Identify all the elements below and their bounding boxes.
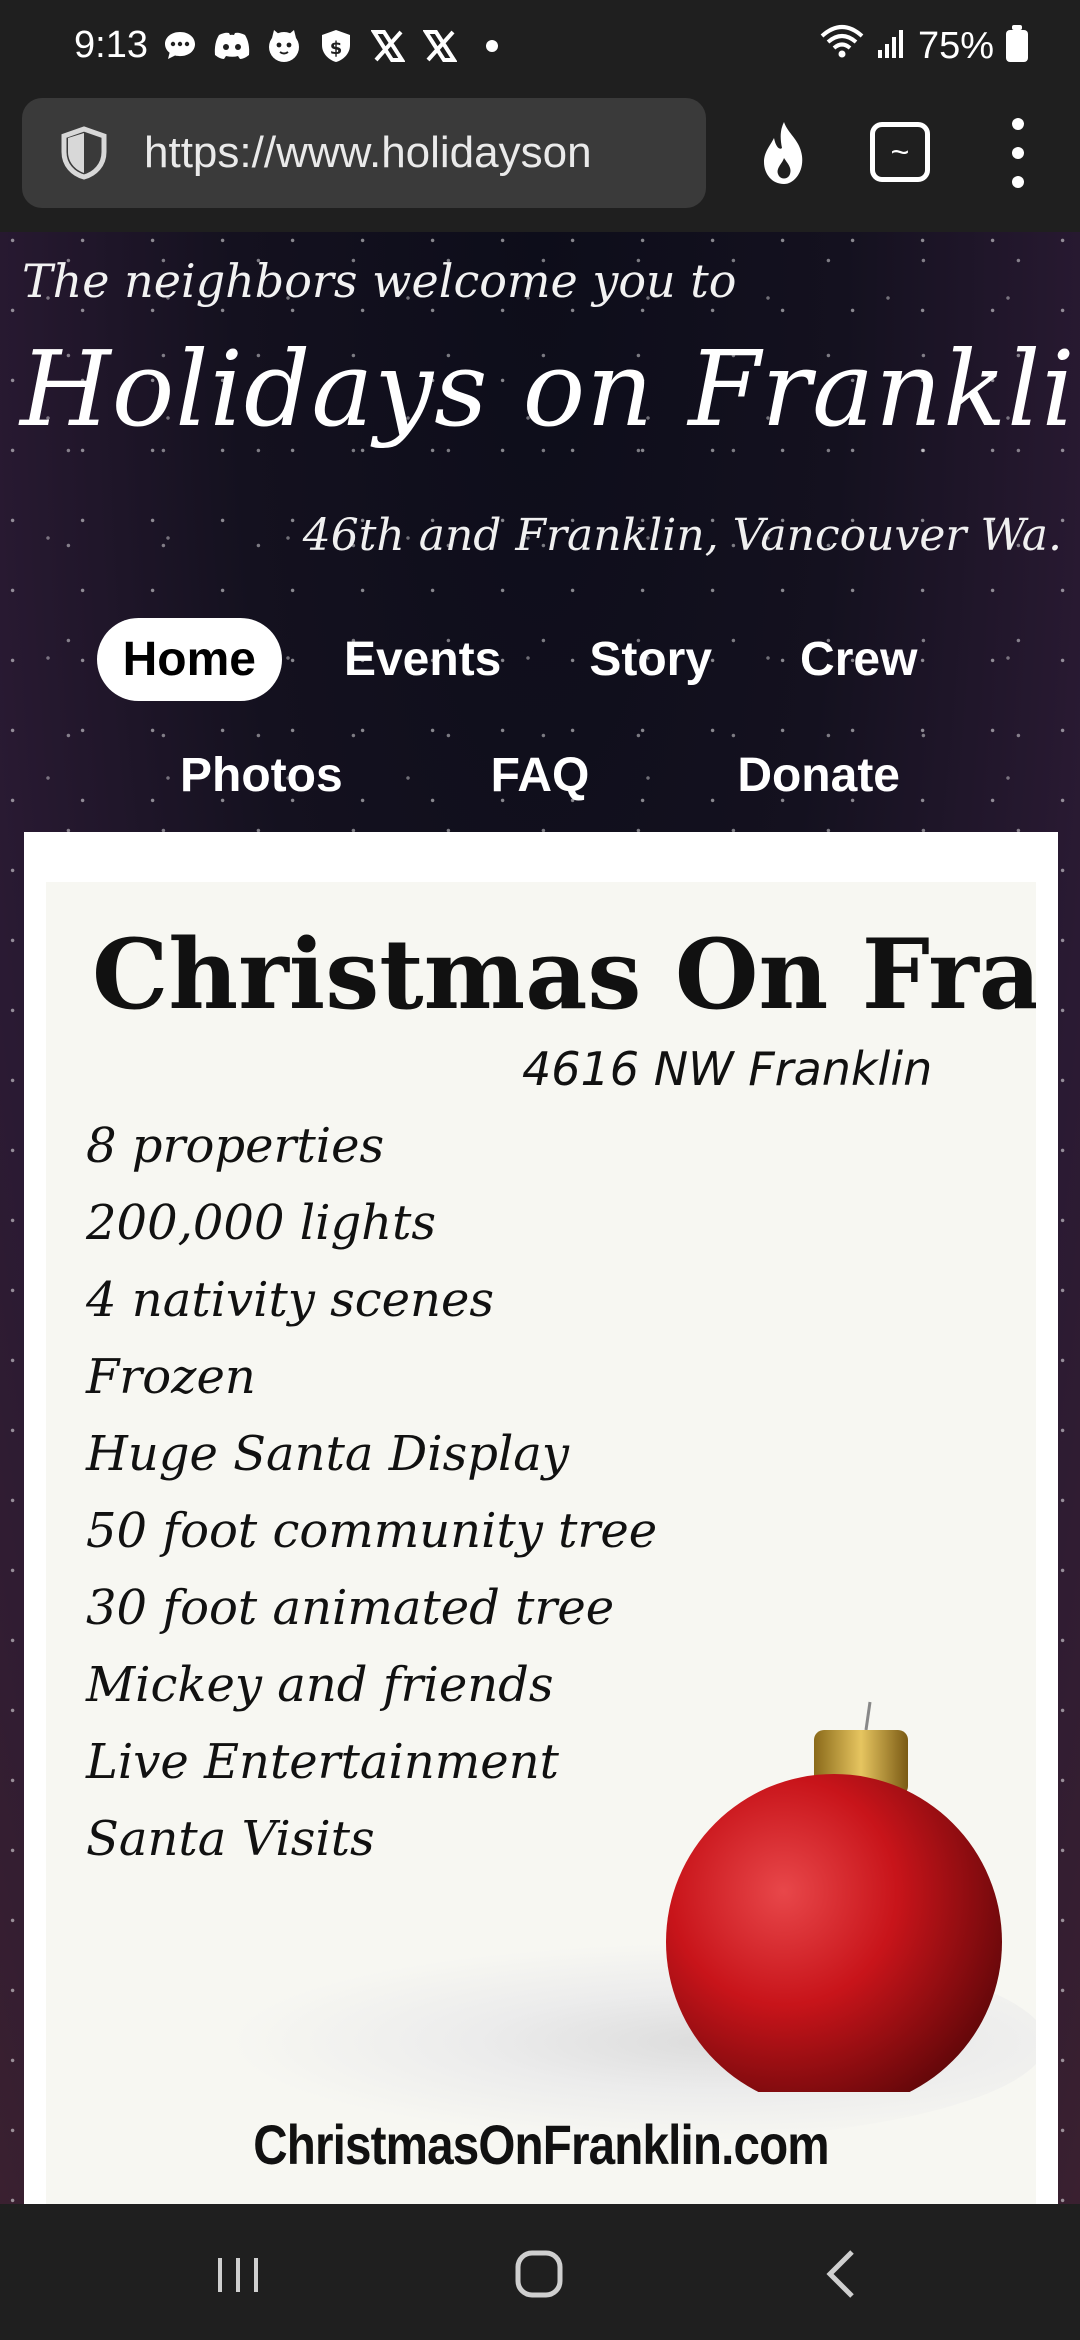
battery-percent: 75% — [917, 24, 994, 67]
web-page: The neighbors welcome you to Holidays on… — [0, 232, 1080, 2204]
dot-icon — [472, 26, 512, 66]
x-icon — [368, 26, 408, 66]
content-card: Christmas On Franklin 4616 NW Franklin 8… — [24, 832, 1058, 2204]
discord-icon — [212, 26, 252, 66]
feature-item: 4 nativity scenes — [86, 1272, 494, 1328]
feature-item: 50 foot community tree — [86, 1503, 658, 1559]
wifi-icon — [820, 24, 864, 68]
feature-item: Mickey and friends — [86, 1657, 554, 1713]
nav-story[interactable]: Story — [563, 618, 738, 701]
url-text[interactable]: https://www.holidayson — [144, 128, 704, 178]
feature-item: 30 foot animated tree — [86, 1580, 615, 1636]
system-navigation-bar — [0, 2204, 1080, 2340]
main-nav-row-1: Home Events Story Crew — [0, 618, 1080, 701]
site-security-shield-icon[interactable] — [56, 125, 112, 181]
signal-icon — [876, 25, 906, 68]
x-icon — [420, 26, 460, 66]
home-icon[interactable] — [504, 2244, 574, 2304]
feature-item: Frozen — [86, 1349, 256, 1405]
site-title[interactable]: Holidays on Franklin — [20, 328, 1080, 450]
url-bar[interactable]: https://www.holidayson — [22, 98, 706, 208]
tabs-button[interactable]: ~ — [870, 122, 930, 182]
red-ornament-image — [666, 1701, 1002, 2092]
nav-faq[interactable]: FAQ — [465, 734, 616, 817]
status-time: 9:13 — [74, 24, 148, 66]
chat-icon — [160, 26, 200, 66]
notification-icons: $ — [160, 26, 512, 66]
feature-item: Santa Visits — [86, 1811, 375, 1867]
main-nav-row-2: Photos FAQ Donate — [0, 734, 1080, 817]
recent-apps-icon[interactable] — [204, 2244, 274, 2304]
site-subtitle: 46th and Franklin, Vancouver Wa. — [302, 510, 1062, 561]
poster-address: 4616 NW Franklin — [522, 1042, 933, 1096]
nav-donate[interactable]: Donate — [711, 734, 926, 817]
battery-icon — [1006, 25, 1028, 62]
feature-item: 8 properties — [86, 1118, 385, 1174]
event-poster[interactable]: Christmas On Franklin 4616 NW Franklin 8… — [46, 882, 1036, 2204]
svg-text:$: $ — [330, 38, 343, 59]
shield-dollar-icon: $ — [316, 26, 356, 66]
feature-item: Live Entertainment — [86, 1734, 559, 1790]
cat-icon — [264, 26, 304, 66]
feature-item: Huge Santa Display — [86, 1426, 570, 1482]
welcome-text: The neighbors welcome you to — [22, 254, 737, 308]
feature-list: 8 properties 200,000 lights 4 nativity s… — [86, 1108, 657, 1878]
poster-website: ChristmasOnFranklin.com — [253, 2113, 829, 2176]
feature-item: 200,000 lights — [86, 1195, 437, 1251]
status-right: 75% — [820, 24, 1028, 68]
browser-toolbar: https://www.holidayson ~ — [0, 96, 1080, 232]
more-menu-icon[interactable] — [1006, 118, 1030, 188]
nav-events[interactable]: Events — [318, 618, 527, 701]
fire-icon[interactable] — [752, 118, 816, 188]
nav-crew[interactable]: Crew — [774, 618, 943, 701]
nav-home[interactable]: Home — [96, 618, 282, 701]
poster-title: Christmas On Franklin — [92, 918, 1036, 1031]
nav-photos[interactable]: Photos — [154, 734, 369, 817]
tabs-button-glyph: ~ — [890, 133, 910, 170]
status-bar: 9:13 $ 75% — [0, 0, 1080, 96]
back-icon[interactable] — [806, 2244, 876, 2304]
